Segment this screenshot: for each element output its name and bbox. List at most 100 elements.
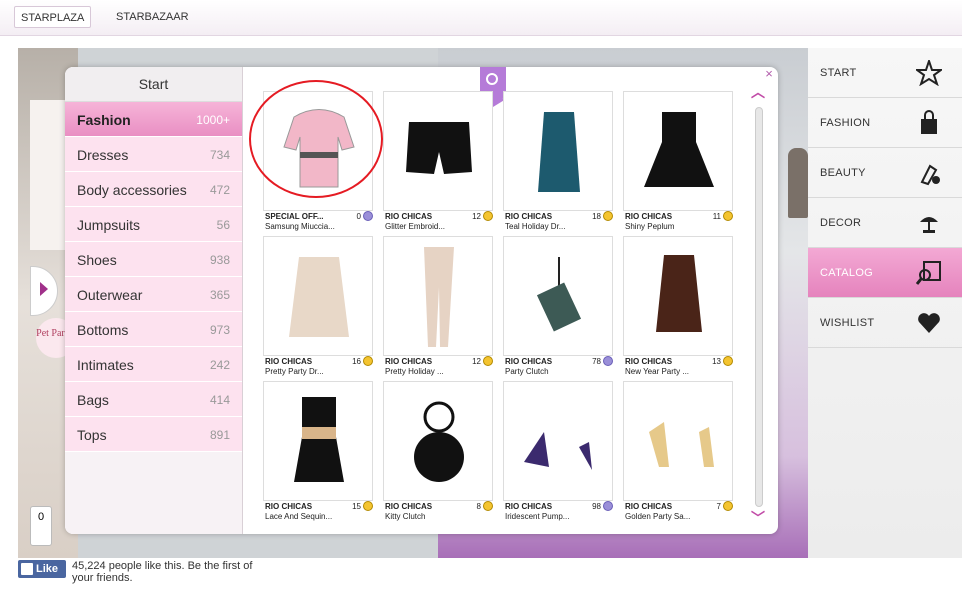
catalog-item[interactable]: RIO CHICAS Party Clutch 78 (503, 236, 615, 376)
category-item[interactable]: Outerwear 365 (65, 277, 242, 312)
nav-catalog[interactable]: CATALOG (808, 248, 962, 298)
item-name: Shiny Peplum (625, 222, 675, 231)
category-name: Bags (77, 392, 109, 408)
tab-starplaza[interactable]: STARPLAZA (14, 6, 92, 28)
category-item[interactable]: Bags 414 (65, 382, 242, 417)
catalog-item[interactable]: RIO CHICAS Golden Party Sa... 7 (623, 381, 735, 521)
coin-icon (483, 356, 493, 366)
nav-decor[interactable]: DECOR (808, 198, 962, 248)
expand-left-button[interactable] (30, 266, 58, 316)
like-button[interactable]: Like (18, 560, 66, 578)
category-item[interactable]: Fashion 1000+ (65, 102, 242, 137)
item-price: 18 (592, 212, 601, 221)
item-brand: RIO CHICAS (385, 212, 433, 221)
category-name: Dresses (77, 147, 129, 163)
top-bar: STARPLAZA STARBAZAAR (0, 0, 962, 36)
coin-icon (723, 356, 733, 366)
item-thumbnail[interactable] (623, 381, 733, 501)
item-brand: RIO CHICAS (385, 502, 433, 511)
catalog-item[interactable]: RIO CHICAS Pretty Holiday ... 12 (383, 236, 495, 376)
catalog-item[interactable]: RIO CHICAS Lace And Sequin... 15 (263, 381, 375, 521)
item-thumbnail[interactable] (623, 91, 733, 211)
coin-icon (483, 211, 493, 221)
item-brand: RIO CHICAS (505, 212, 553, 221)
coin-icon (723, 501, 733, 511)
category-name: Shoes (77, 252, 117, 268)
category-item[interactable]: Intimates 242 (65, 347, 242, 382)
category-item[interactable]: Jumpsuits 56 (65, 207, 242, 242)
close-icon[interactable]: × (762, 67, 776, 81)
nav-beauty[interactable]: BEAUTY (808, 148, 962, 198)
scroll-up-icon[interactable]: ︿ (751, 85, 765, 99)
like-count-text: 45,224 people like this. Be the first of… (72, 560, 253, 584)
catalog-item[interactable]: RIO CHICAS Kitty Clutch 8 (383, 381, 495, 521)
nav-fashion[interactable]: FASHION (808, 98, 962, 148)
nav-catalog-label: CATALOG (820, 267, 874, 279)
category-count: 472 (209, 183, 230, 197)
tab-starbazaar[interactable]: STARBAZAAR (110, 6, 195, 28)
shopping-bag-icon (921, 110, 937, 134)
item-name: Glitter Embroid... (385, 222, 446, 231)
item-price: 11 (712, 212, 721, 221)
category-count: 938 (209, 253, 230, 267)
item-brand: SPECIAL OFF... (265, 212, 324, 221)
catalog-item[interactable]: RIO CHICAS Shiny Peplum 11 (623, 91, 735, 231)
item-thumbnail[interactable] (623, 236, 733, 356)
item-price: 98 (592, 502, 601, 511)
item-name: Lace And Sequin... (265, 512, 333, 521)
item-price: 0 (356, 212, 361, 221)
item-thumbnail[interactable] (263, 91, 373, 211)
item-price: 7 (716, 502, 721, 511)
item-thumbnail[interactable] (383, 236, 493, 356)
coin-icon (363, 356, 373, 366)
item-thumbnail[interactable] (263, 236, 373, 356)
category-item[interactable]: Tops 891 (65, 417, 242, 452)
item-name: Iridescent Pump... (505, 512, 570, 521)
item-name: Pretty Holiday ... (385, 367, 444, 376)
category-header[interactable]: Start (65, 67, 242, 102)
cart-counter[interactable]: 0 (30, 506, 52, 546)
catalog-item[interactable]: RIO CHICAS Teal Holiday Dr... 18 (503, 91, 615, 231)
catalog-item[interactable]: RIO CHICAS New Year Party ... 13 (623, 236, 735, 376)
item-thumbnail[interactable] (263, 381, 373, 501)
item-thumbnail[interactable] (503, 236, 613, 356)
item-brand: RIO CHICAS (625, 212, 673, 221)
category-item[interactable]: Bottoms 973 (65, 312, 242, 347)
category-item[interactable]: Shoes 938 (65, 242, 242, 277)
item-brand: RIO CHICAS (265, 357, 313, 366)
category-name: Bottoms (77, 322, 129, 338)
facebook-icon (21, 563, 33, 575)
item-brand: RIO CHICAS (385, 357, 433, 366)
coin-icon (723, 211, 733, 221)
category-count: 56 (216, 218, 230, 232)
scroll-track[interactable] (755, 107, 763, 507)
item-price: 13 (712, 357, 721, 366)
item-grid: SPECIAL OFF... Samsung Miuccia... 0 RIO CHI… (263, 91, 743, 531)
category-name: Jumpsuits (77, 217, 141, 233)
catalog-item[interactable]: RIO CHICAS Pretty Party Dr... 16 (263, 236, 375, 376)
chevron-right-icon (40, 282, 48, 296)
item-thumbnail[interactable] (503, 91, 613, 211)
catalog-item[interactable]: RIO CHICAS Glitter Embroid... 12 (383, 91, 495, 231)
catalog-panel: Start Fashion 1000+ Dresses 734 Body accesso… (65, 67, 778, 534)
scroll-down-icon[interactable]: ﹀ (751, 511, 765, 525)
category-name: Tops (77, 427, 107, 443)
category-name: Fashion (77, 112, 131, 128)
catalog-item[interactable]: RIO CHICAS Iridescent Pump... 98 (503, 381, 615, 521)
item-thumbnail[interactable] (503, 381, 613, 501)
item-price: 12 (472, 357, 481, 366)
category-name: Body accessories (77, 182, 187, 198)
nav-start[interactable]: START (808, 48, 962, 98)
category-item[interactable]: Dresses 734 (65, 137, 242, 172)
scrollbar[interactable]: ︿ ﹀ (751, 85, 765, 527)
catalog-item[interactable]: SPECIAL OFF... Samsung Miuccia... 0 (263, 91, 375, 231)
item-price: 12 (472, 212, 481, 221)
item-thumbnail[interactable] (383, 381, 493, 501)
item-brand: RIO CHICAS (505, 502, 553, 511)
category-item[interactable]: Body accessories 472 (65, 172, 242, 207)
item-name: Party Clutch (505, 367, 549, 376)
item-thumbnail[interactable] (383, 91, 493, 211)
nav-wishlist[interactable]: WISHLIST (808, 298, 962, 348)
star-icon (916, 60, 942, 86)
star-currency-icon (603, 501, 613, 511)
